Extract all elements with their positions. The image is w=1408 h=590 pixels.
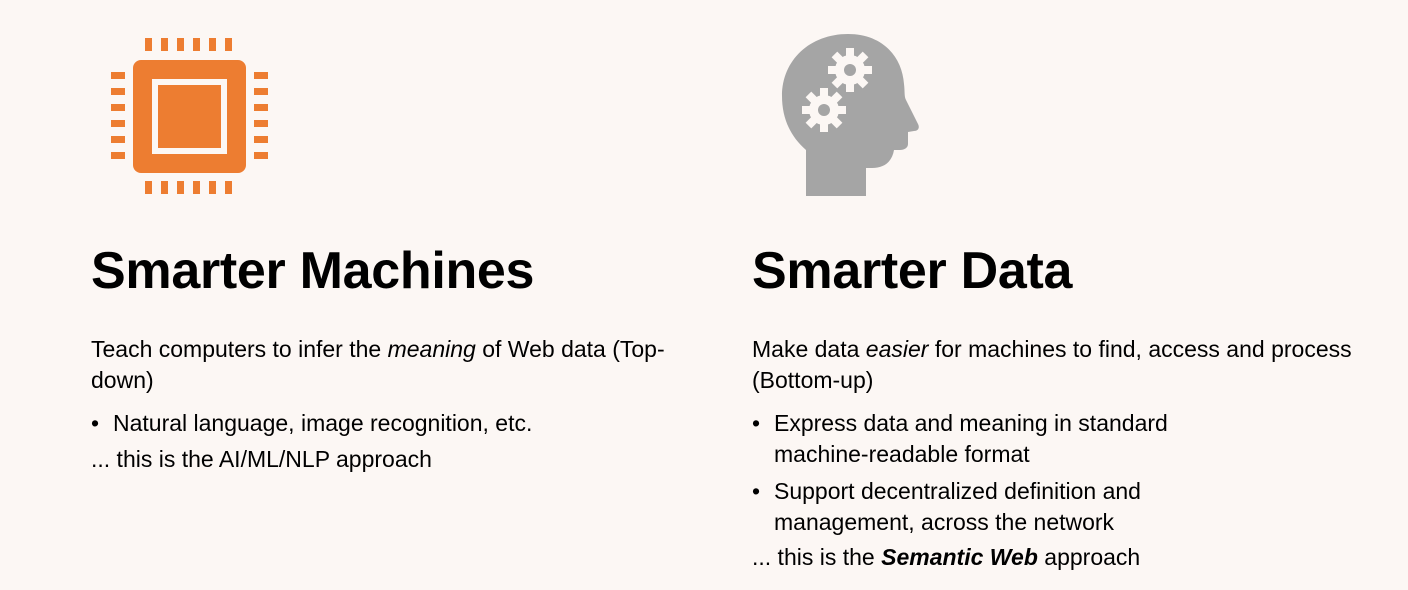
cpu-chip-icon bbox=[111, 38, 271, 198]
page-title-smarter-data: Smarter Data bbox=[752, 242, 1073, 300]
list-item: • Natural language, image recognition, et… bbox=[91, 410, 533, 436]
closing-text: ... this is the Semantic Web approach bbox=[752, 544, 1141, 570]
intro-text: Make data easier for machines to find, a… bbox=[752, 336, 1352, 393]
list-item: • Express data and meaning in standard ma… bbox=[752, 410, 1168, 467]
bullet-list: • Express data and meaning in standard ma… bbox=[752, 408, 1222, 544]
intro-text: Teach computers to infer the meaning of … bbox=[91, 336, 665, 393]
closing-text: ... this is the AI/ML/NLP approach bbox=[91, 446, 432, 472]
bullet-list: • Natural language, image recognition, et… bbox=[91, 408, 532, 445]
head-gears-icon bbox=[780, 32, 926, 198]
page-title-smarter-machines: Smarter Machines bbox=[91, 242, 535, 300]
list-item: • Support decentralized definition and ma… bbox=[752, 478, 1141, 535]
